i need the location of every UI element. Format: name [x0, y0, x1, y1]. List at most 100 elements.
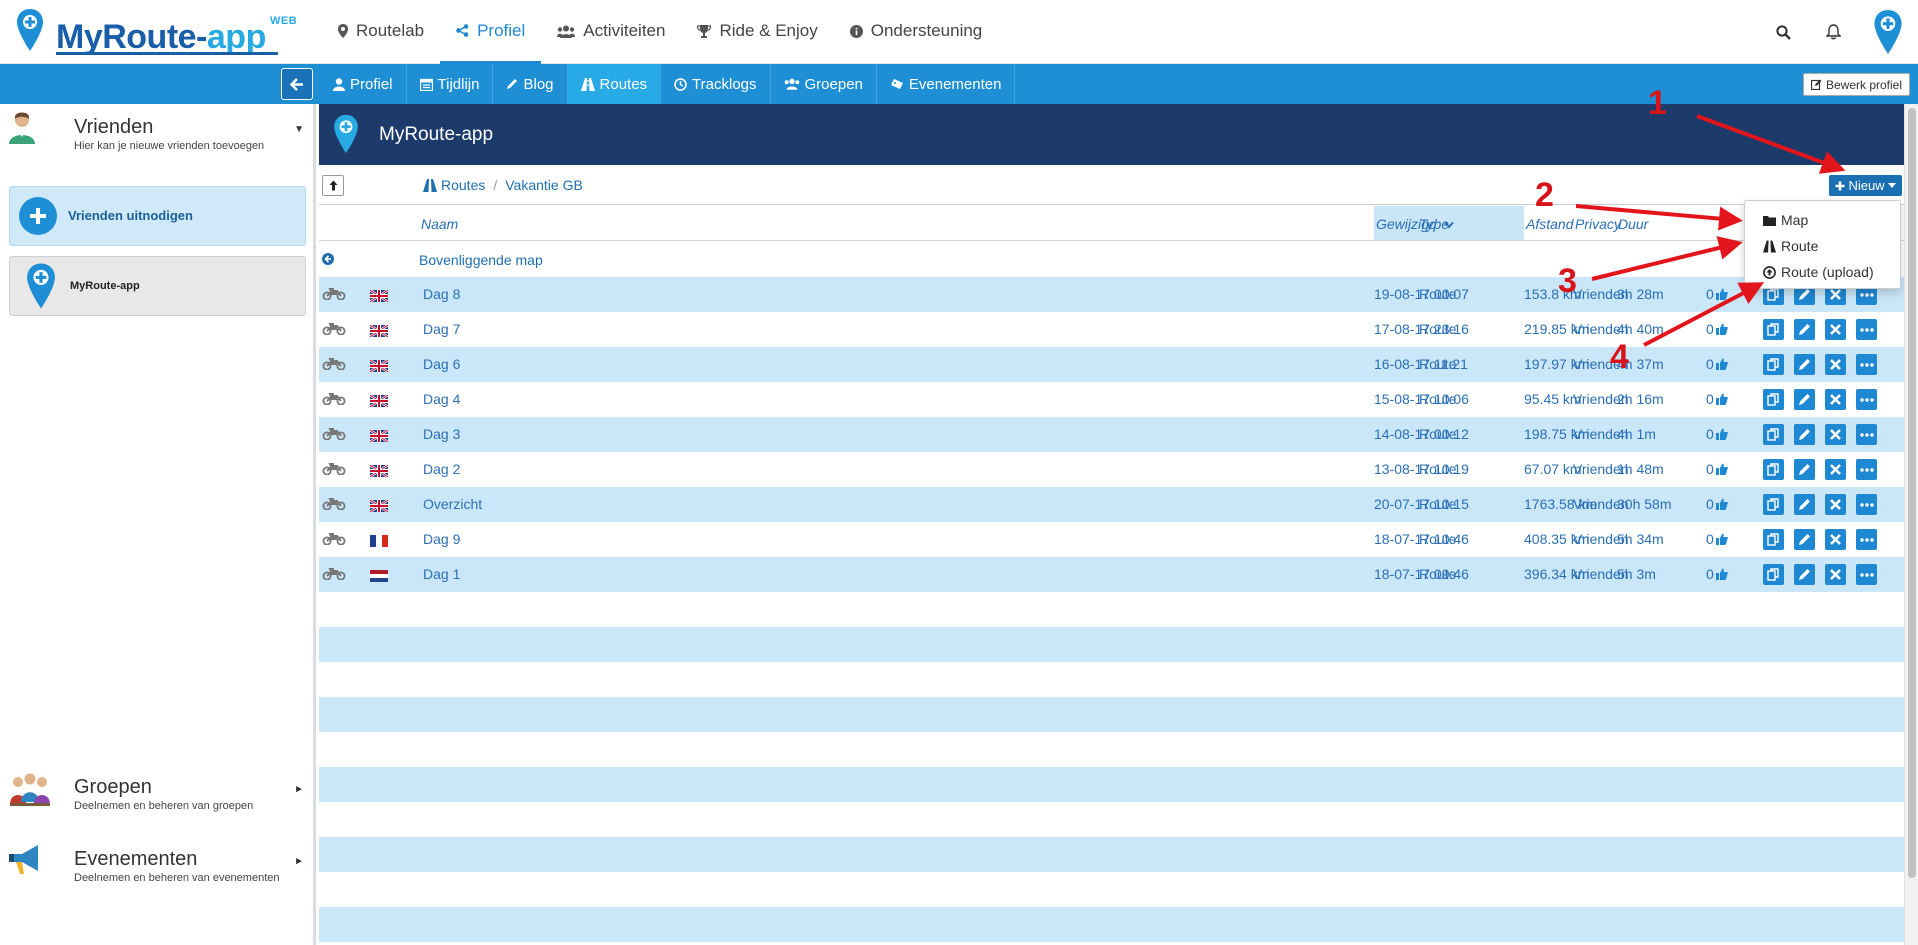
column-duration[interactable]: Duur	[1618, 216, 1648, 232]
column-name[interactable]: Naam	[421, 216, 458, 232]
copy-button[interactable]	[1763, 319, 1784, 340]
route-name-link[interactable]: Dag 3	[423, 426, 460, 442]
likes-count[interactable]: 0	[1706, 531, 1728, 547]
delete-button[interactable]	[1825, 529, 1846, 550]
copy-button[interactable]	[1763, 529, 1784, 550]
breadcrumb-current[interactable]: Vakantie GB	[505, 177, 583, 193]
table-row[interactable]: Dag 3 Route Vrienden 14-08-17 00:12 198.…	[319, 417, 1904, 452]
delete-button[interactable]	[1825, 424, 1846, 445]
dropdown-item-route-upload[interactable]: Route (upload)	[1745, 259, 1900, 285]
tab-groepen[interactable]: Groepen	[771, 64, 877, 104]
delete-button[interactable]	[1825, 354, 1846, 375]
route-name-link[interactable]: Dag 6	[423, 356, 460, 372]
copy-button[interactable]	[1763, 354, 1784, 375]
tab-tracklogs[interactable]: Tracklogs	[661, 64, 771, 104]
edit-button[interactable]	[1794, 529, 1815, 550]
likes-count[interactable]: 0	[1706, 391, 1728, 407]
copy-button[interactable]	[1763, 389, 1784, 410]
copy-button[interactable]	[1763, 424, 1784, 445]
tab-tijdlijn[interactable]: Tijdlijn	[407, 64, 494, 104]
tab-profiel[interactable]: Profiel	[320, 64, 407, 104]
new-button[interactable]: Nieuw	[1829, 175, 1902, 196]
route-name-link[interactable]: Dag 7	[423, 321, 460, 337]
delete-button[interactable]	[1825, 564, 1846, 585]
column-distance[interactable]: Afstand	[1526, 216, 1573, 232]
breadcrumb-routes[interactable]: Routes	[441, 177, 485, 193]
likes-count[interactable]: 0	[1706, 566, 1728, 582]
delete-button[interactable]	[1825, 459, 1846, 480]
topnav-ride-enjoy[interactable]: Ride & Enjoy	[681, 0, 833, 62]
folder-up-button[interactable]	[322, 175, 344, 196]
edit-button[interactable]	[1794, 459, 1815, 480]
scrollbar-thumb[interactable]	[1908, 108, 1916, 878]
delete-button[interactable]	[1825, 389, 1846, 410]
table-row[interactable]: Dag 7 Route Vrienden 17-08-17 23:16 219.…	[319, 312, 1904, 347]
table-row[interactable]: Dag 6 Route Vrienden 16-08-17 11:21 197.…	[319, 347, 1904, 382]
dropdown-item-map[interactable]: Map	[1745, 207, 1900, 233]
more-options-button[interactable]	[1856, 389, 1877, 410]
sidebar-events-section[interactable]: Evenementen Deelnemen en beheren van eve…	[0, 836, 316, 906]
route-name-link[interactable]: Dag 9	[423, 531, 460, 547]
likes-count[interactable]: 0	[1706, 286, 1728, 302]
topnav-ondersteuning[interactable]: Ondersteuning	[834, 0, 999, 62]
invite-friends-button[interactable]: Vrienden uitnodigen	[9, 186, 306, 246]
sidebar-groups-section[interactable]: Groepen Deelnemen en beheren van groepen…	[0, 764, 316, 834]
more-options-button[interactable]	[1856, 564, 1877, 585]
likes-count[interactable]: 0	[1706, 496, 1728, 512]
likes-count[interactable]: 0	[1706, 426, 1728, 442]
more-options-button[interactable]	[1856, 459, 1877, 480]
column-modified[interactable]: Gewijzigd	[1376, 216, 1454, 232]
tab-blog[interactable]: Blog	[493, 64, 568, 104]
route-name-link[interactable]: Dag 1	[423, 566, 460, 582]
route-name-link[interactable]: Overzicht	[423, 496, 482, 512]
sidebar-friends-section[interactable]: Vrienden Hier kan je nieuwe vrienden toe…	[0, 104, 316, 174]
parent-folder-row[interactable]: Bovenliggende map	[319, 242, 1904, 277]
likes-count[interactable]: 0	[1706, 461, 1728, 477]
more-options-button[interactable]	[1856, 354, 1877, 375]
table-row[interactable]: Dag 2 Route Vrienden 13-08-17 10:19 67.0…	[319, 452, 1904, 487]
copy-button[interactable]	[1763, 564, 1784, 585]
delete-button[interactable]	[1825, 319, 1846, 340]
topnav-routelab[interactable]: Routelab	[322, 0, 440, 62]
table-row[interactable]: Dag 8 Route Vrienden 19-08-17 00:07 153.…	[319, 277, 1904, 312]
tab-routes[interactable]: Routes	[567, 64, 662, 104]
route-name-link[interactable]: Dag 4	[423, 391, 460, 407]
tab-label: Tijdlijn	[437, 75, 480, 93]
edit-button[interactable]	[1794, 354, 1815, 375]
user-avatar-button[interactable]	[1858, 9, 1918, 55]
table-header: Naam Type Privacy Gewijzigd Afstand Duur	[319, 206, 1904, 241]
more-options-button[interactable]	[1856, 494, 1877, 515]
annotation-number-2: 2	[1535, 176, 1554, 214]
edit-profile-button[interactable]: Bewerk profiel	[1802, 73, 1910, 96]
copy-button[interactable]	[1763, 459, 1784, 480]
delete-button[interactable]	[1825, 494, 1846, 515]
likes-count[interactable]: 0	[1706, 321, 1728, 337]
table-row[interactable]: Dag 9 Route Vrienden 18-07-17 10:46 408.…	[319, 522, 1904, 557]
edit-button[interactable]	[1794, 564, 1815, 585]
topnav-activiteiten[interactable]: Activiteiten	[541, 0, 681, 62]
more-options-button[interactable]	[1856, 529, 1877, 550]
copy-button[interactable]	[1763, 494, 1784, 515]
tab-evenementen[interactable]: Evenementen	[877, 64, 1016, 104]
edit-button[interactable]	[1794, 389, 1815, 410]
table-row[interactable]: Dag 1 Route Vrienden 18-07-17 09:46 396.…	[319, 557, 1904, 592]
route-modified: 14-08-17 00:12	[1374, 426, 1469, 442]
route-name-link[interactable]: Dag 8	[423, 286, 460, 302]
search-button[interactable]	[1758, 24, 1808, 40]
edit-button[interactable]	[1794, 424, 1815, 445]
topnav-profiel[interactable]: Profiel	[440, 0, 542, 64]
edit-button[interactable]	[1794, 494, 1815, 515]
notifications-button[interactable]	[1808, 24, 1858, 40]
table-row[interactable]: Overzicht Route Vrienden 20-07-17 10:15 …	[319, 487, 1904, 522]
page-scrollbar[interactable]	[1904, 104, 1918, 945]
collapse-sidebar-button[interactable]	[281, 68, 313, 100]
column-privacy[interactable]: Privacy	[1575, 216, 1621, 232]
more-options-button[interactable]	[1856, 424, 1877, 445]
more-options-button[interactable]	[1856, 319, 1877, 340]
dropdown-item-route[interactable]: Route	[1745, 233, 1900, 259]
table-row[interactable]: Dag 4 Route Vrienden 15-08-17 10:06 95.4…	[319, 382, 1904, 417]
route-name-link[interactable]: Dag 2	[423, 461, 460, 477]
friend-list-item[interactable]: MyRoute-app	[9, 256, 306, 316]
likes-count[interactable]: 0	[1706, 356, 1728, 372]
edit-button[interactable]	[1794, 319, 1815, 340]
